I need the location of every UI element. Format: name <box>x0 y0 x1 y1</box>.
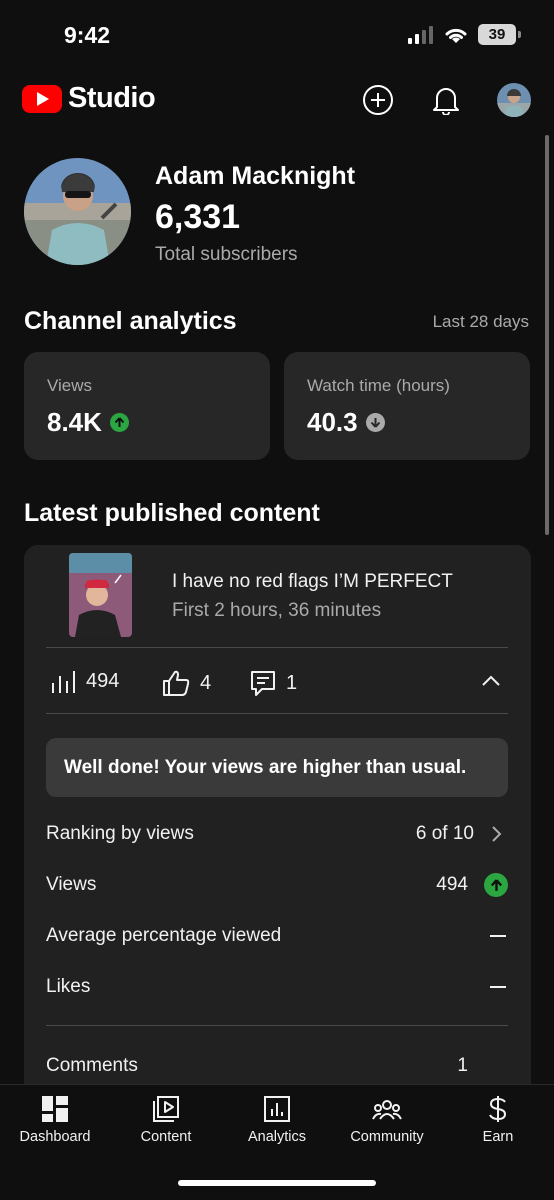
avg-percentage-row: Average percentage viewed <box>46 916 508 956</box>
ranking-value: 6 of 10 <box>415 823 474 844</box>
comments-row-label: Comments <box>46 1055 138 1076</box>
dashboard-icon <box>42 1096 68 1122</box>
video-thumbnail[interactable] <box>69 553 132 637</box>
analytics-icon <box>264 1096 290 1122</box>
divider <box>46 647 508 648</box>
views-card[interactable]: Views 8.4K <box>24 352 270 460</box>
nav-content-label: Content <box>140 1129 192 1145</box>
nav-earn[interactable]: Earn <box>443 1095 553 1145</box>
analytics-title: Channel analytics <box>24 307 237 335</box>
status-bar: 9:42 39 <box>0 0 554 72</box>
empty-value-dash <box>490 986 506 988</box>
watch-time-card-value-row: 40.3 <box>307 407 385 438</box>
wifi-icon <box>445 28 467 43</box>
trend-down-icon <box>365 413 385 432</box>
analytics-range: Last 28 days <box>432 312 529 331</box>
ranking-row[interactable]: Ranking by views 6 of 10 <box>46 814 508 854</box>
trend-up-icon <box>109 413 129 432</box>
watch-time-card-label: Watch time (hours) <box>307 376 450 395</box>
nav-analytics[interactable]: Analytics <box>222 1095 332 1145</box>
empty-value-dash <box>490 935 506 937</box>
views-card-label: Views <box>47 376 93 395</box>
status-icons: 39 <box>408 24 521 45</box>
channel-avatar[interactable] <box>24 158 131 265</box>
video-title[interactable]: I have no red flags I’M PERFECT <box>172 571 453 593</box>
create-button[interactable] <box>358 80 398 120</box>
subscriber-label: Total subscribers <box>155 244 298 265</box>
channel-name: Adam Macknight <box>155 162 356 190</box>
trend-up-icon <box>484 873 508 897</box>
notifications-button[interactable] <box>426 80 466 120</box>
studio-logo[interactable]: Studio <box>22 82 156 115</box>
nav-community[interactable]: Community <box>332 1095 442 1145</box>
chevron-up-icon <box>482 675 500 686</box>
scrollbar[interactable] <box>545 135 549 535</box>
performance-banner: Well done! Your views are higher than us… <box>46 738 508 797</box>
logo-text: Studio <box>68 82 156 114</box>
bell-icon <box>433 88 459 115</box>
thumbs-up-icon <box>163 670 190 696</box>
collapse-button[interactable] <box>481 674 501 692</box>
earn-icon <box>489 1096 507 1122</box>
watch-time-card-value: 40.3 <box>307 407 358 437</box>
watch-time-card[interactable]: Watch time (hours) 40.3 <box>284 352 530 460</box>
content-icon <box>153 1096 179 1122</box>
video-likes-count: 4 <box>200 671 212 694</box>
video-likes-stat: 4 <box>162 670 211 696</box>
latest-content-title: Latest published content <box>24 499 320 527</box>
views-row: Views 494 <box>46 865 508 905</box>
views-row-label: Views <box>46 874 97 895</box>
avg-percentage-label: Average percentage viewed <box>46 925 282 946</box>
nav-dashboard-label: Dashboard <box>19 1129 91 1145</box>
app-header: Studio <box>0 72 554 128</box>
nav-dashboard[interactable]: Dashboard <box>0 1095 110 1145</box>
status-time: 9:42 <box>64 22 111 48</box>
video-comments-stat: 1 <box>250 670 297 696</box>
divider <box>46 713 508 714</box>
comments-row: Comments 1 <box>46 1046 508 1086</box>
battery-level: 39 <box>488 26 506 43</box>
avatar <box>497 83 531 117</box>
channel-profile: Adam Macknight 6,331 Total subscribers <box>24 158 524 268</box>
nav-community-label: Community <box>350 1129 424 1145</box>
views-row-value: 494 <box>436 874 468 895</box>
account-button[interactable] <box>494 80 534 120</box>
home-indicator[interactable] <box>178 1180 376 1186</box>
views-card-value: 8.4K <box>47 407 102 437</box>
comments-row-value: 1 <box>457 1055 468 1076</box>
comment-icon <box>251 671 275 696</box>
youtube-play-icon <box>22 84 62 113</box>
video-subtitle: First 2 hours, 36 minutes <box>172 600 382 621</box>
video-comments-count: 1 <box>286 671 298 694</box>
subscriber-count: 6,331 <box>155 198 241 236</box>
community-icon <box>372 1100 402 1120</box>
nav-analytics-label: Analytics <box>247 1129 307 1145</box>
views-card-value-row: 8.4K <box>47 407 129 438</box>
chevron-right-icon <box>492 826 502 842</box>
add-icon <box>363 85 393 115</box>
video-views-count: 494 <box>86 670 120 692</box>
likes-row-label: Likes <box>46 976 91 997</box>
signal-icon <box>408 25 433 44</box>
ranking-label: Ranking by views <box>46 823 194 844</box>
nav-content[interactable]: Content <box>111 1095 221 1145</box>
divider <box>46 1025 508 1026</box>
latest-content-card: I have no red flags I’M PERFECT First 2 … <box>24 545 531 1105</box>
battery-icon: 39 <box>478 24 521 45</box>
video-views-stat: 494 <box>50 670 119 693</box>
likes-row: Likes <box>46 967 508 1007</box>
nav-earn-label: Earn <box>482 1129 514 1145</box>
bar-chart-icon <box>52 670 75 693</box>
